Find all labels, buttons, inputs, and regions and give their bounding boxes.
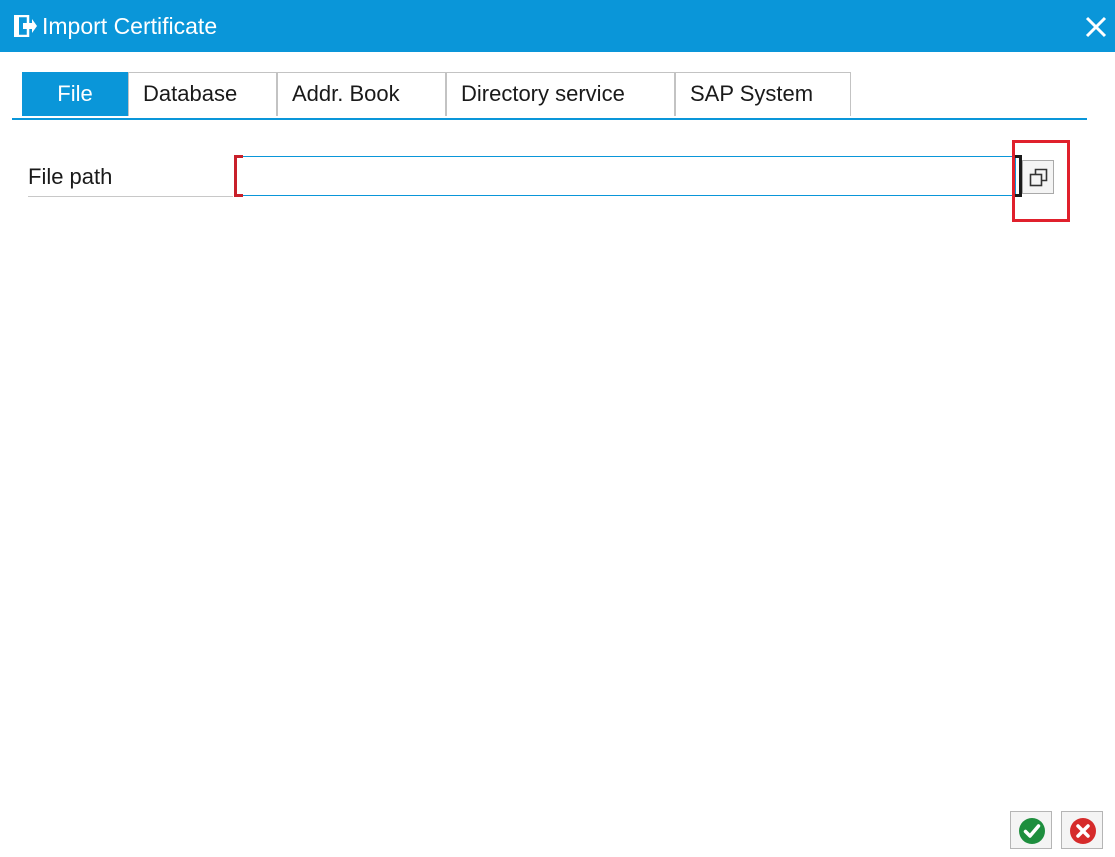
title-bar: Import Certificate bbox=[0, 0, 1115, 52]
file-path-label: File path bbox=[28, 162, 233, 197]
file-path-input[interactable] bbox=[236, 156, 1016, 196]
tab-label: Database bbox=[143, 81, 238, 106]
cancel-icon bbox=[1070, 818, 1096, 844]
ok-button[interactable] bbox=[1010, 811, 1052, 849]
tab-directory-service[interactable]: Directory service bbox=[446, 72, 675, 116]
tab-label: SAP System bbox=[690, 81, 814, 106]
tab-addr-book[interactable]: Addr. Book bbox=[277, 72, 446, 116]
tab-label: File bbox=[57, 81, 93, 106]
import-window-icon bbox=[13, 14, 38, 38]
tab-baseline bbox=[12, 118, 1087, 120]
tab-database[interactable]: Database bbox=[128, 72, 277, 116]
browse-file-button[interactable] bbox=[1022, 160, 1054, 194]
cancel-button[interactable] bbox=[1061, 811, 1103, 849]
import-certificate-dialog: Import Certificate File Database Addr. B… bbox=[0, 0, 1115, 857]
close-icon[interactable] bbox=[1081, 12, 1111, 42]
window-title: Import Certificate bbox=[42, 13, 218, 39]
tab-file[interactable]: File bbox=[22, 72, 128, 123]
tab-strip: File Database Addr. Book Directory servi… bbox=[12, 72, 1115, 123]
tab-label: Addr. Book bbox=[292, 81, 400, 106]
checkmark-icon bbox=[1019, 818, 1045, 844]
tab-label: Directory service bbox=[461, 81, 625, 106]
tab-sap-system[interactable]: SAP System bbox=[675, 72, 851, 116]
browse-file-icon bbox=[1029, 168, 1048, 187]
